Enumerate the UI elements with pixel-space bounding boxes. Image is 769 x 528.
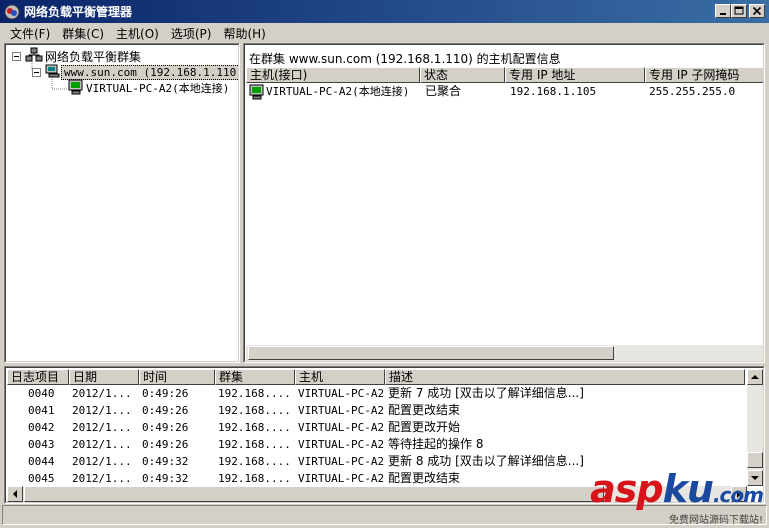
col-host[interactable]: 主机(接口) [246,67,420,83]
log-time-cell: 0:49:32 [142,455,189,468]
menu-bar: 文件(F) 群集(C) 主机(O) 选项(P) 帮助(H) [0,23,769,43]
watermark-brand-b: ku [662,467,714,511]
minimize-icon [720,13,726,15]
server-icon [45,64,61,81]
cluster-tree-pane: 网络负载平衡群集 www.sun.com (192.168.1.110) VIR… [4,43,240,363]
table-row[interactable]: 0041 2012/1... 0:49:26 192.168.... VIRTUAL-P… [6,402,746,419]
log-time-cell: 0:49:26 [142,438,189,451]
app-icon[interactable] [4,4,20,20]
watermark-brand-a: asp [590,467,663,511]
tree-item-host[interactable]: VIRTUAL-PC-A2(本地连接) [68,79,231,98]
detail-caption: 在群集 www.sun.com (192.168.1.110) 的主机配置信息 [249,52,561,66]
watermark-logo: aspku.com 免费网站源码下载站! [590,467,764,526]
col-log-cluster[interactable]: 群集 [215,369,295,385]
log-desc-cell: 等待挂起的操作 8 [388,437,484,451]
host-detail-pane: 在群集 www.sun.com (192.168.1.110) 的主机配置信息 … [243,43,765,363]
log-cluster-cell: 192.168.... [218,472,291,485]
col-status[interactable]: 状态 [420,67,505,83]
log-host-cell: VIRTUAL-PC-A2 [298,472,385,485]
tree-item-root[interactable]: 网络负载平衡群集 [12,47,143,66]
menu-help[interactable]: 帮助(H) [217,25,271,42]
log-cluster-cell: 192.168.... [218,387,291,400]
scroll-left-button[interactable] [7,486,23,502]
log-date-cell: 2012/1... [72,455,132,468]
log-time-cell: 0:49:32 [142,472,189,485]
status-cell: 已聚合 [425,84,462,98]
ip-cell: 192.168.1.105 [510,85,597,98]
scroll-up-button[interactable] [747,369,763,385]
menu-cluster[interactable]: 群集(C) [56,25,110,42]
col-ip[interactable]: 专用 IP 地址 [505,67,645,83]
window-title: 网络负载平衡管理器 [24,5,133,19]
cluster-icon [25,47,43,66]
collapse-toggle[interactable] [32,67,41,77]
collapse-toggle[interactable] [12,51,21,61]
log-host-cell: VIRTUAL-PC-A2 [298,387,385,400]
log-desc-cell: 配置更改开始 [388,420,461,434]
col-log-host[interactable]: 主机 [295,369,385,385]
tree-item-cluster[interactable]: www.sun.com (192.168.1.110) [32,64,238,81]
tree-host-label: VIRTUAL-PC-A2(本地连接) [86,82,230,95]
col-log-id[interactable]: 日志项目 [7,369,69,385]
log-id-cell: 0040 [28,387,55,400]
log-desc-cell: 更新 8 成功 [双击以了解详细信息...] [388,454,584,468]
log-desc-cell: 配置更改结束 [388,403,461,417]
tree-root-label: 网络负载平衡群集 [45,49,142,64]
mask-cell: 255.255.255.0 [649,85,736,98]
arrow-left-icon [13,490,17,498]
log-id-cell: 0043 [28,438,55,451]
log-time-cell: 0:49:26 [142,404,189,417]
log-time-cell: 0:49:26 [142,387,189,400]
menu-host[interactable]: 主机(O) [110,25,165,42]
arrow-up-icon [751,375,759,379]
col-mask[interactable]: 专用 IP 子网掩码 [645,67,763,83]
title-bar: 网络负载平衡管理器 [0,0,769,23]
log-cluster-cell: 192.168.... [218,421,291,434]
host-icon [249,84,265,103]
watermark-brand-c: .com [712,483,764,507]
minimize-button[interactable] [715,4,731,18]
log-date-cell: 2012/1... [72,404,132,417]
close-icon [752,6,762,16]
log-id-cell: 0041 [28,404,55,417]
log-desc-cell: 配置更改结束 [388,471,461,485]
col-log-time[interactable]: 时间 [139,369,215,385]
table-row[interactable]: 0040 2012/1... 0:49:26 192.168.... VIRTUAL-P… [6,385,746,402]
col-log-desc[interactable]: 描述 [385,369,745,385]
log-host-cell: VIRTUAL-PC-A2 [298,455,385,468]
log-host-cell: VIRTUAL-PC-A2 [298,421,385,434]
maximize-button[interactable] [731,4,747,18]
log-date-cell: 2012/1... [72,387,132,400]
table-row[interactable]: 0042 2012/1... 0:49:26 192.168.... VIRTUAL-P… [6,419,746,436]
log-time-cell: 0:49:26 [142,421,189,434]
log-date-cell: 2012/1... [72,472,132,485]
log-date-cell: 2012/1... [72,438,132,451]
maximize-icon [734,6,744,15]
log-host-cell: VIRTUAL-PC-A2 [298,404,385,417]
log-date-cell: 2012/1... [72,421,132,434]
table-row[interactable]: 0043 2012/1... 0:49:26 192.168.... VIRTUAL-P… [6,436,746,453]
log-cluster-cell: 192.168.... [218,404,291,417]
col-log-date[interactable]: 日期 [69,369,139,385]
log-id-cell: 0045 [28,472,55,485]
host-cell: VIRTUAL-PC-A2(本地连接) [266,85,410,98]
log-cluster-cell: 192.168.... [218,438,291,451]
menu-file[interactable]: 文件(F) [4,25,56,42]
log-id-cell: 0044 [28,455,55,468]
log-host-cell: VIRTUAL-PC-A2 [298,438,385,451]
close-button[interactable] [749,4,765,18]
scroll-thumb[interactable] [24,486,604,502]
log-desc-cell: 更新 7 成功 [双击以了解详细信息...] [388,386,584,400]
log-id-cell: 0042 [28,421,55,434]
menu-options[interactable]: 选项(P) [165,25,218,42]
table-row[interactable]: VIRTUAL-PC-A2(本地连接) 已聚合 192.168.1.105 25… [245,83,763,103]
detail-hscroll[interactable] [246,345,763,361]
scroll-thumb[interactable] [747,452,763,468]
log-cluster-cell: 192.168.... [218,455,291,468]
host-icon [68,79,84,98]
tree-cluster-label: www.sun.com (192.168.1.110) [61,64,238,80]
scroll-thumb[interactable] [248,346,614,360]
